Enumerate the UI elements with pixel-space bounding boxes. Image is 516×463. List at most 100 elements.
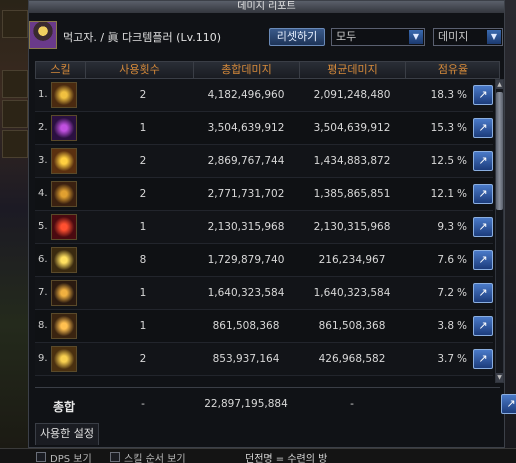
- total-label: 총합: [53, 400, 76, 414]
- row-average-damage: 1,385,865,851: [313, 188, 391, 200]
- skill-icon: [51, 214, 77, 240]
- row-average-damage: 3,504,639,912: [313, 122, 391, 134]
- row-average-damage: 861,508,368: [318, 320, 386, 332]
- report-header: 먹고자. / 眞 다크템플러 (Lv.110) 리셋하기 모두 ▼ 데미지 ▼: [29, 17, 504, 57]
- header-skill[interactable]: 스킬: [36, 62, 86, 78]
- share-icon: ↗: [478, 319, 488, 332]
- share-icon: ↗: [478, 220, 488, 233]
- reset-button[interactable]: 리셋하기: [269, 28, 325, 46]
- share-skill-button[interactable]: ↗: [473, 184, 493, 204]
- skill-icon: [51, 82, 77, 108]
- skill-icon: [51, 313, 77, 339]
- type-select[interactable]: 데미지 ▼: [433, 28, 503, 46]
- row-total-damage: 2,130,315,968: [207, 221, 285, 233]
- row-share: 12.1%: [415, 188, 467, 200]
- skill-order-label: 스킬 순서 보기: [124, 454, 186, 463]
- percent-sign: %: [457, 188, 467, 200]
- range-select-value: 모두: [336, 30, 357, 43]
- share-icon: ↗: [478, 187, 488, 200]
- header-share[interactable]: 점유율: [406, 62, 500, 78]
- row-total-damage: 2,771,731,702: [207, 188, 285, 200]
- share-skill-button[interactable]: ↗: [473, 250, 493, 270]
- row-share: 12.5%: [415, 155, 467, 167]
- percent-sign: %: [457, 89, 467, 101]
- table-row[interactable]: 5. 1 2,130,315,968 2,130,315,968 9.3% ↗: [35, 211, 493, 244]
- header-total-damage[interactable]: 총합데미지: [194, 62, 300, 78]
- row-rank: 3.: [38, 155, 48, 166]
- table-header: 스킬 사용횟수 총합데미지 평균데미지 점유율: [35, 61, 500, 79]
- header-average-damage[interactable]: 평균데미지: [300, 62, 406, 78]
- row-total-damage: 1,640,323,584: [207, 287, 285, 299]
- share-skill-button[interactable]: ↗: [473, 349, 493, 369]
- share-total-button[interactable]: ↗: [501, 394, 516, 414]
- row-share-value: 7.6: [437, 254, 455, 266]
- row-share-value: 18.3: [430, 89, 455, 101]
- row-average-damage: 2,091,248,480: [313, 89, 391, 101]
- table-row[interactable]: 9. 2 853,937,164 426,968,582 3.7% ↗: [35, 343, 493, 376]
- row-count: 2: [139, 188, 147, 200]
- skill-icon: [51, 280, 77, 306]
- share-skill-button[interactable]: ↗: [473, 217, 493, 237]
- skill-icon: [51, 115, 77, 141]
- range-select[interactable]: 모두 ▼: [331, 28, 425, 46]
- skill-icon: [51, 346, 77, 372]
- row-rank: 2.: [38, 122, 48, 133]
- share-skill-button[interactable]: ↗: [473, 151, 493, 171]
- row-share: 18.3%: [415, 89, 467, 101]
- row-share-value: 15.3: [430, 122, 455, 134]
- total-count: -: [141, 398, 145, 410]
- share-skill-button[interactable]: ↗: [473, 316, 493, 336]
- row-share: 3.8%: [415, 320, 467, 332]
- table-row[interactable]: 8. 1 861,508,368 861,508,368 3.8% ↗: [35, 310, 493, 343]
- table-row[interactable]: 2. 1 3,504,639,912 3,504,639,912 15.3% ↗: [35, 112, 493, 145]
- row-rank: 9.: [38, 353, 48, 364]
- table-row[interactable]: 7. 1 1,640,323,584 1,640,323,584 7.2% ↗: [35, 277, 493, 310]
- type-select-value: 데미지: [438, 30, 469, 43]
- dps-view-label: DPS 보기: [50, 454, 92, 463]
- chevron-down-icon[interactable]: ▼: [487, 30, 501, 44]
- share-skill-button[interactable]: ↗: [473, 283, 493, 303]
- chevron-down-icon[interactable]: ▼: [409, 30, 423, 44]
- row-count: 2: [139, 89, 147, 101]
- character-name: 먹고자. / 眞 다크템플러 (Lv.110): [63, 31, 222, 44]
- share-icon: ↗: [478, 88, 488, 101]
- percent-sign: %: [457, 320, 467, 332]
- row-share-value: 12.1: [430, 188, 455, 200]
- table-row[interactable]: 1. 2 4,182,496,960 2,091,248,480 18.3% ↗: [35, 79, 493, 112]
- background-game-scene: [0, 0, 30, 463]
- dps-view-checkbox[interactable]: [36, 452, 46, 462]
- header-count[interactable]: 사용횟수: [86, 62, 194, 78]
- table-row[interactable]: 4. 2 2,771,731,702 1,385,865,851 12.1% ↗: [35, 178, 493, 211]
- percent-sign: %: [457, 254, 467, 266]
- row-total-damage: 4,182,496,960: [207, 89, 285, 101]
- share-skill-button[interactable]: ↗: [473, 118, 493, 138]
- scroll-thumb[interactable]: [496, 92, 503, 210]
- tab-used-settings[interactable]: 사용한 설정: [35, 423, 99, 445]
- row-count: 1: [139, 221, 147, 233]
- table-row[interactable]: 3. 2 2,869,767,744 1,434,883,872 12.5% ↗: [35, 145, 493, 178]
- dungeon-name: 던전명 = 수련의 방: [245, 454, 328, 463]
- share-skill-button[interactable]: ↗: [473, 85, 493, 105]
- scrollbar[interactable]: ▲ ▼: [495, 79, 504, 383]
- percent-sign: %: [457, 287, 467, 299]
- row-share: 15.3%: [415, 122, 467, 134]
- row-total-damage: 3,504,639,912: [207, 122, 285, 134]
- share-icon: ↗: [478, 286, 488, 299]
- row-average-damage: 426,968,582: [318, 353, 386, 365]
- row-total-damage: 861,508,368: [212, 320, 280, 332]
- row-share-value: 12.5: [430, 155, 455, 167]
- table-row[interactable]: 6. 8 1,729,879,740 216,234,967 7.6% ↗: [35, 244, 493, 277]
- share-icon: ↗: [506, 397, 516, 410]
- scroll-up-icon[interactable]: ▲: [496, 80, 503, 89]
- background-tile: [2, 100, 28, 128]
- window-title[interactable]: 데미지 리포트: [29, 1, 504, 13]
- scroll-down-icon[interactable]: ▼: [496, 373, 503, 382]
- skill-order-checkbox[interactable]: [110, 452, 120, 462]
- row-share-value: 3.7: [437, 353, 455, 365]
- background-tile: [2, 70, 28, 98]
- total-average: -: [350, 398, 354, 410]
- share-icon: ↗: [478, 352, 488, 365]
- row-share: 7.6%: [415, 254, 467, 266]
- skill-icon: [51, 181, 77, 207]
- row-total-damage: 1,729,879,740: [207, 254, 285, 266]
